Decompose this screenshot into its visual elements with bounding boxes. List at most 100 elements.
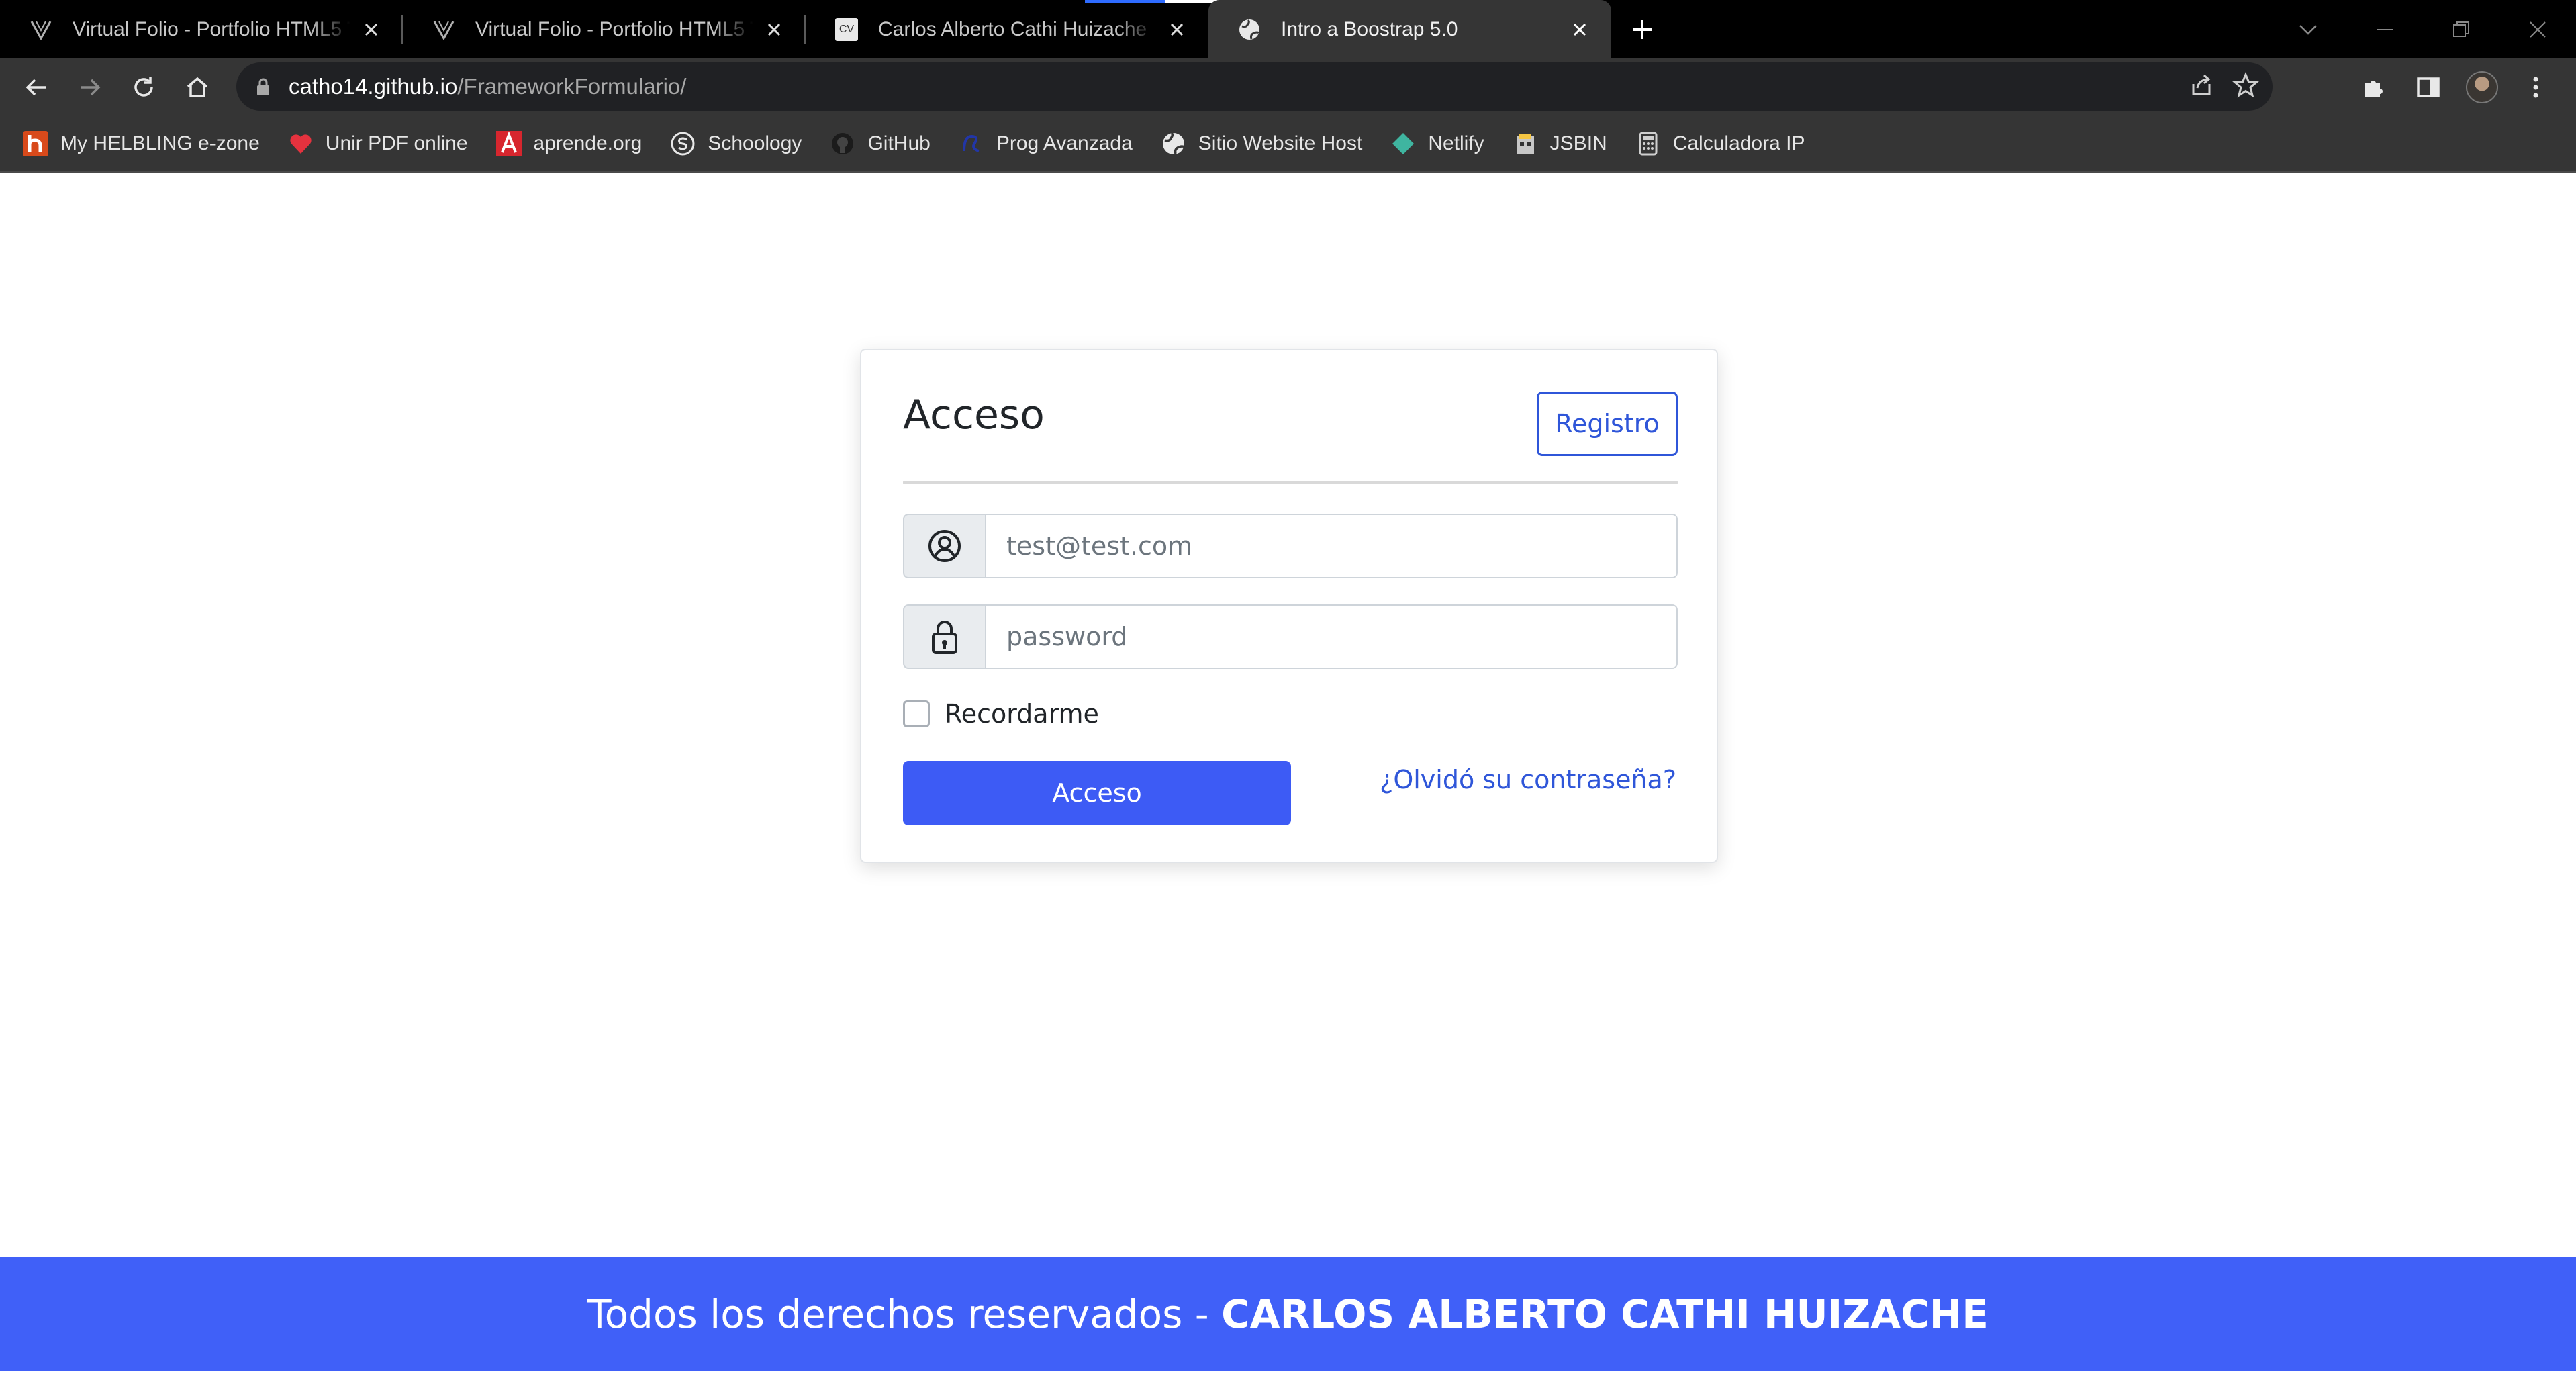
login-submit-button[interactable]: Acceso	[903, 761, 1291, 825]
tab-virtual-folio-2[interactable]: Virtual Folio - Portfolio HTML5 Template	[403, 0, 806, 58]
bookmark-label: Prog Avanzada	[996, 132, 1133, 154]
bookmark-label: Sitio Website Host	[1198, 132, 1363, 154]
bookmark-aprende[interactable]: aprende.org	[495, 131, 642, 156]
puzzle-icon	[2365, 81, 2383, 97]
toolbar-right	[2348, 58, 2563, 116]
cv-icon: CV	[835, 17, 858, 41]
bookmark-sitio-website-host[interactable]: Sitio Website Host	[1161, 131, 1363, 156]
globe-icon	[1238, 18, 1261, 41]
close-window-button[interactable]	[2499, 0, 2576, 58]
bookmark-label: GitHub	[867, 132, 931, 154]
home-button[interactable]	[171, 60, 224, 114]
lock-icon	[257, 78, 269, 95]
close-icon[interactable]	[1165, 18, 1188, 41]
minimize-button[interactable]	[2346, 0, 2423, 58]
close-icon[interactable]	[360, 18, 383, 41]
avatar	[2466, 71, 2498, 103]
password-input-group	[903, 604, 1678, 669]
bookmark-jsbin[interactable]: JSBIN	[1513, 131, 1607, 156]
github-icon	[830, 131, 855, 156]
chevron-down-icon	[2299, 24, 2317, 35]
cv-icon-text: CV	[835, 17, 858, 41]
bookmark-prog-avanzada[interactable]: Prog Avanzada	[959, 131, 1133, 156]
virtual-folio-icon	[432, 18, 455, 41]
address-bar[interactable]: catho14.github.io/FrameworkFormulario/	[236, 62, 2273, 111]
forgot-password-link[interactable]: ¿Olvidó su contraseña?	[1380, 765, 1676, 794]
bookmark-schoology[interactable]: Schoology	[670, 131, 802, 156]
tab-title: Virtual Folio - Portfolio HTML5 Template	[475, 17, 753, 40]
side-panel-button[interactable]	[2401, 60, 2455, 114]
password-addon	[903, 604, 986, 669]
bookmarks-bar: My HELBLING e-zone Unir PDF online apren…	[0, 116, 2576, 173]
email-addon	[903, 514, 986, 578]
tab-intro-bootstrap[interactable]: Intro a Boostrap 5.0	[1208, 0, 1611, 58]
tab-search-button[interactable]	[2270, 0, 2346, 58]
window-controls	[2270, 0, 2576, 58]
extensions-button[interactable]	[2348, 60, 2401, 114]
share-button[interactable]	[2188, 72, 2215, 102]
restore-icon	[2453, 21, 2469, 37]
bookmark-label: Schoology	[708, 132, 802, 154]
remember-row: Recordarme	[903, 699, 1099, 729]
virtual-folio-icon	[30, 18, 52, 41]
tab-title: Carlos Alberto Cathi Huizache	[878, 17, 1147, 40]
footer: Todos los derechos reservados - CARLOS A…	[0, 1257, 2576, 1371]
close-icon	[2530, 21, 2546, 38]
bookmark-star-button[interactable]	[2232, 71, 2259, 102]
reload-button[interactable]	[117, 60, 171, 114]
bookmark-unir-pdf[interactable]: Unir PDF online	[288, 131, 468, 156]
divider	[903, 481, 1678, 484]
menu-button[interactable]	[2509, 60, 2563, 114]
bookmark-calculadora-ip[interactable]: Calculadora IP	[1635, 131, 1805, 156]
home-icon	[187, 77, 208, 97]
bookmark-helbling[interactable]: My HELBLING e-zone	[23, 131, 260, 156]
tab-strip: Virtual Folio - Portfolio HTML5 Template…	[0, 0, 2576, 58]
close-icon[interactable]	[763, 18, 785, 41]
bookmark-label: Netlify	[1428, 132, 1484, 154]
reload-icon	[134, 77, 153, 97]
remember-checkbox[interactable]	[903, 700, 930, 727]
browser-toolbar: catho14.github.io/FrameworkFormulario/	[0, 58, 2576, 116]
email-input-group	[903, 514, 1678, 578]
calculator-icon	[1635, 131, 1661, 156]
arrow-right-icon	[81, 79, 101, 96]
helbling-icon	[23, 131, 48, 156]
jsbin-icon	[1513, 131, 1538, 156]
plus-icon	[1633, 19, 1652, 39]
close-icon[interactable]	[1568, 18, 1591, 41]
minimize-icon	[2377, 28, 2393, 30]
url-path: /FrameworkFormulario/	[457, 74, 687, 99]
profile-button[interactable]	[2455, 60, 2509, 114]
password-field[interactable]	[986, 604, 1678, 669]
tab-carlos-cv[interactable]: CV Carlos Alberto Cathi Huizache	[806, 0, 1208, 58]
login-title: Acceso	[903, 392, 1045, 439]
bookmark-label: Calculadora IP	[1672, 132, 1805, 154]
user-circle-icon	[928, 530, 961, 562]
page-content: Acceso Registro test@test.com Recordarme…	[0, 173, 2576, 1257]
schoology-icon	[670, 131, 696, 156]
footer-author: CARLOS ALBERTO CATHI HUIZACHE	[1221, 1291, 1989, 1337]
lock-icon	[932, 621, 957, 654]
email-field[interactable]	[986, 514, 1678, 578]
bookmark-label: JSBIN	[1549, 132, 1607, 154]
bookmark-label: Unir PDF online	[325, 132, 468, 154]
netlify-icon	[1390, 131, 1416, 156]
side-panel-icon	[2417, 77, 2440, 97]
bookmark-github[interactable]: GitHub	[830, 131, 931, 156]
prog-icon	[959, 131, 984, 156]
remember-label[interactable]: Recordarme	[945, 699, 1099, 729]
tab-title: Intro a Boostrap 5.0	[1281, 17, 1458, 40]
footer-text: Todos los derechos reservados -	[587, 1291, 1222, 1337]
forward-button[interactable]	[63, 60, 117, 114]
bookmark-label: My HELBLING e-zone	[60, 132, 260, 154]
register-button[interactable]: Registro	[1537, 392, 1678, 456]
kebab-menu-icon	[2533, 77, 2538, 98]
back-button[interactable]	[9, 60, 63, 114]
bookmark-label: aprende.org	[533, 132, 642, 154]
aprende-icon	[495, 131, 522, 156]
bookmark-netlify[interactable]: Netlify	[1390, 131, 1484, 156]
tab-virtual-folio-1[interactable]: Virtual Folio - Portfolio HTML5 Template	[0, 0, 403, 58]
restore-button[interactable]	[2423, 0, 2499, 58]
new-tab-button[interactable]	[1611, 0, 1673, 58]
heart-icon	[288, 131, 314, 156]
